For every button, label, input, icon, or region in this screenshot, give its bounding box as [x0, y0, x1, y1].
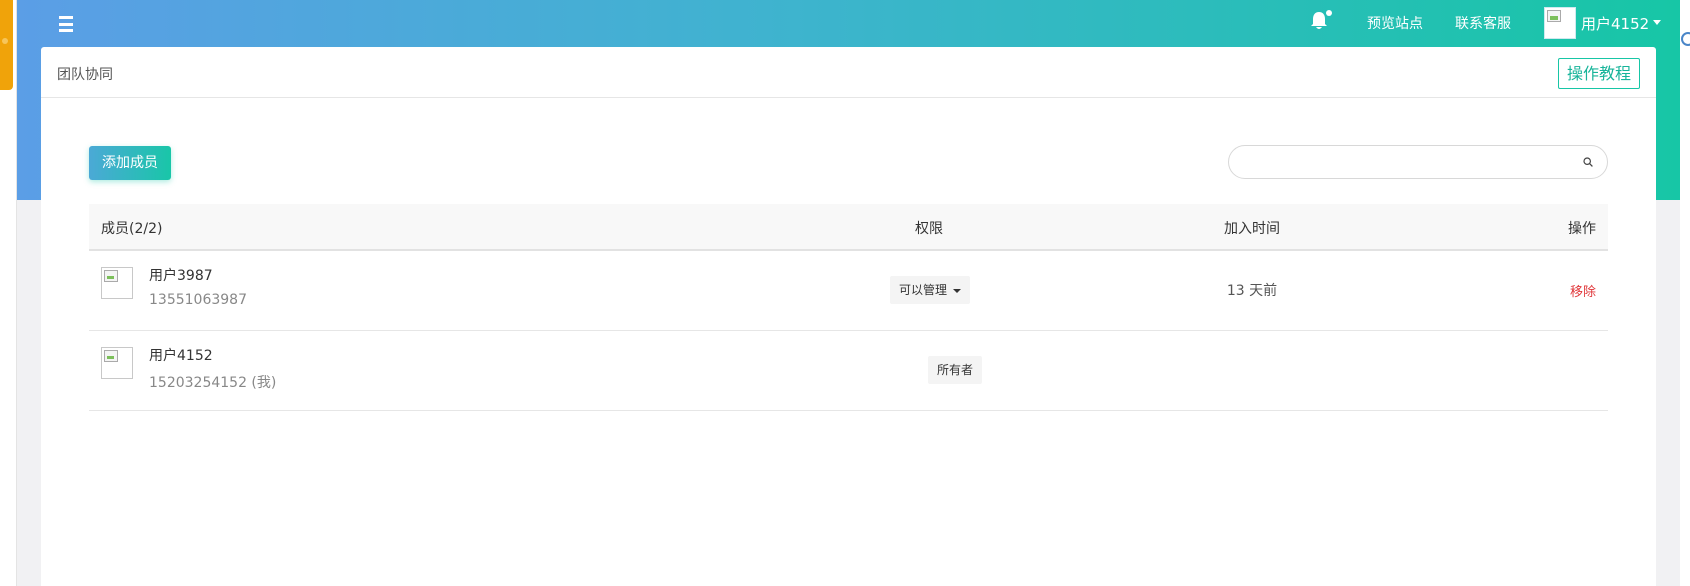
search-input[interactable]	[1243, 152, 1563, 174]
permission-label: 可以管理	[899, 283, 948, 297]
ring-icon	[1681, 32, 1690, 46]
member-phone: 15203254152 (我)	[149, 375, 277, 391]
page-title: 团队协同	[57, 67, 113, 83]
member-phone: 13551063987	[149, 292, 247, 308]
column-header-member: 成员(2/2)	[101, 221, 163, 237]
column-header-permission: 权限	[915, 221, 943, 237]
search-box	[1228, 145, 1608, 179]
chevron-down-icon	[953, 288, 962, 293]
user-name[interactable]: 用户4152	[1581, 13, 1649, 34]
member-name: 用户3987	[149, 268, 213, 284]
notification-badge	[1326, 10, 1332, 16]
column-header-joined: 加入时间	[1224, 221, 1280, 237]
right-rail	[1680, 0, 1690, 586]
user-menu-caret-icon[interactable]	[1653, 20, 1661, 25]
table-row: 用户4152 15203254152 (我) 所有者	[89, 331, 1608, 411]
member-name: 用户4152	[149, 348, 213, 364]
notification-bell-icon[interactable]	[1310, 10, 1332, 31]
tutorial-button[interactable]: 操作教程	[1557, 58, 1640, 89]
table-header: 成员(2/2) 权限 加入时间 操作	[89, 204, 1608, 251]
team-panel: 团队协同 操作教程 添加成员 成员(2/2) 权限 加入时间 操作 用户3987…	[41, 47, 1656, 586]
menu-toggle-icon[interactable]	[57, 16, 73, 32]
member-avatar	[101, 267, 133, 299]
member-avatar	[101, 347, 133, 379]
permission-dropdown[interactable]: 可以管理	[890, 276, 971, 304]
user-avatar[interactable]	[1544, 7, 1576, 39]
side-tab[interactable]	[0, 0, 13, 90]
remove-member-link[interactable]: 移除	[1570, 281, 1596, 300]
search-icon[interactable]	[1583, 157, 1593, 167]
joined-time: 13 天前	[1226, 283, 1278, 299]
left-rail	[0, 0, 17, 586]
permission-badge: 所有者	[927, 356, 983, 384]
preview-site-link[interactable]: 预览站点	[1367, 13, 1423, 33]
members-table: 成员(2/2) 权限 加入时间 操作 用户3987 13551063987 可以…	[89, 204, 1608, 411]
column-header-action: 操作	[1568, 221, 1596, 237]
add-member-button[interactable]: 添加成员	[89, 146, 171, 180]
table-row: 用户3987 13551063987 可以管理 13 天前 移除	[89, 251, 1608, 331]
contact-support-link[interactable]: 联系客服	[1455, 13, 1511, 33]
side-tab-dot	[2, 38, 8, 44]
broken-image-icon	[1547, 10, 1561, 22]
panel-header: 团队协同 操作教程	[41, 47, 1656, 98]
